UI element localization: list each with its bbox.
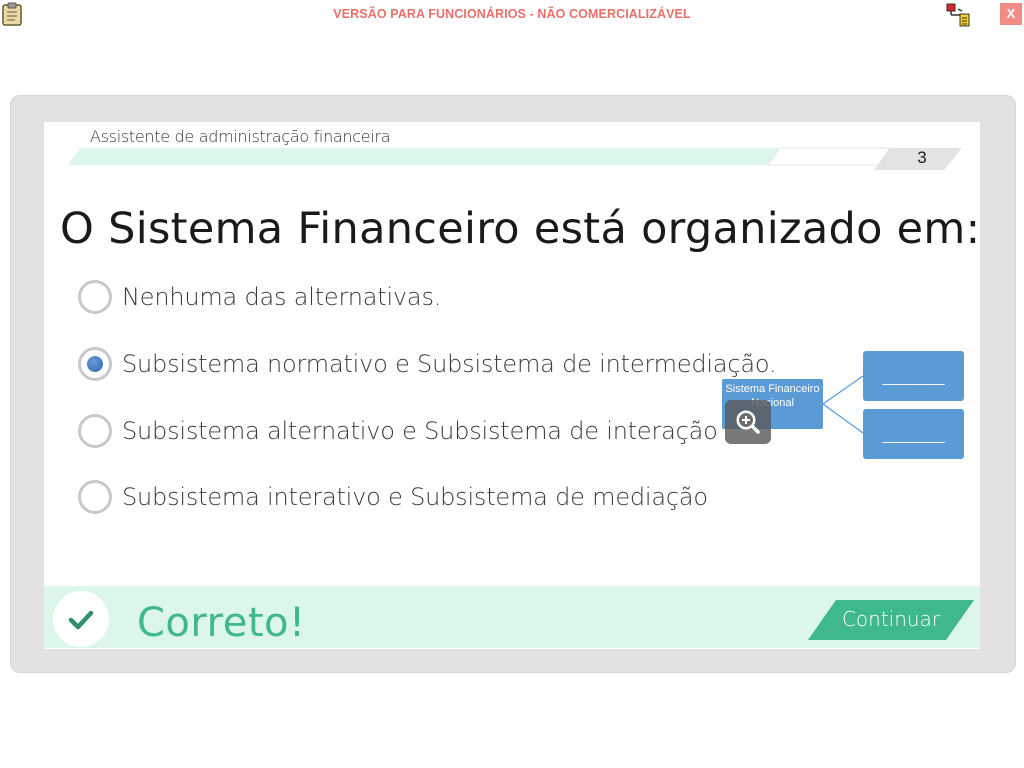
option-4[interactable]: Subsistema interativo e Subsistema de me… — [78, 479, 708, 515]
clipboard-icon[interactable] — [2, 2, 22, 26]
feedback-correct-text: Correto! — [137, 600, 306, 646]
radio-button[interactable] — [78, 280, 112, 314]
option-2[interactable]: Subsistema normativo e Subsistema de int… — [78, 346, 777, 382]
question-text: O Sistema Financeiro está organizado em: — [60, 204, 981, 254]
option-label: Subsistema interativo e Subsistema de me… — [122, 483, 708, 511]
network-icon[interactable] — [946, 3, 972, 27]
option-3[interactable]: Subsistema alternativo e Subsistema de i… — [78, 413, 718, 449]
close-button[interactable]: X — [1000, 3, 1022, 25]
check-icon — [53, 591, 109, 647]
diagram-child-node: ________ — [863, 351, 964, 401]
option-label: Subsistema alternativo e Subsistema de i… — [122, 417, 718, 445]
option-1[interactable]: Nenhuma das alternativas. — [78, 279, 441, 315]
radio-button-selected[interactable] — [78, 347, 112, 381]
page-number: 3 — [917, 148, 927, 167]
continue-button-label[interactable]: Continuar — [808, 607, 974, 631]
diagram-child-node: ________ — [863, 409, 964, 459]
zoom-in-icon — [736, 410, 760, 434]
radio-button[interactable] — [78, 480, 112, 514]
option-label: Subsistema normativo e Subsistema de int… — [122, 350, 777, 378]
zoom-in-button[interactable] — [725, 400, 771, 444]
radio-button[interactable] — [78, 414, 112, 448]
course-title: Assistente de administração financeira — [90, 127, 391, 146]
version-banner: VERSÃO PARA FUNCIONÁRIOS - NÃO COMERCIAL… — [333, 7, 691, 21]
option-label: Nenhuma das alternativas. — [122, 283, 442, 311]
